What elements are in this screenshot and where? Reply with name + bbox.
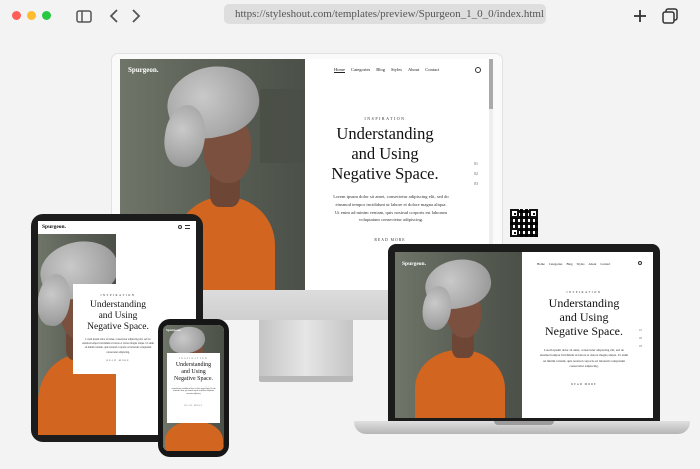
laptop-headline: Understanding and Using Negative Space. xyxy=(545,296,623,338)
laptop-excerpt: Lorem ipsum dolor sit amet, consectetur … xyxy=(539,348,629,369)
phone-screen: Spurgeon. Inspiration Understanding and … xyxy=(163,325,224,451)
laptop-nav: Home Categories Blog Styles About Contac… xyxy=(537,262,611,266)
tab-overview-icon[interactable] xyxy=(660,6,680,26)
laptop-search-icon[interactable] xyxy=(638,261,642,265)
nav-blog[interactable]: Blog xyxy=(376,67,385,73)
site-nav: Home Categories Blog Styles About Contac… xyxy=(334,67,439,73)
hero-headline: Understanding and Using Negative Space. xyxy=(331,124,439,183)
eyebrow-label: Inspiration xyxy=(364,116,406,121)
phone-hero-card: Inspiration Understanding and Using Nega… xyxy=(167,353,220,423)
close-window-button[interactable] xyxy=(12,11,21,20)
tablet-menu-icon[interactable] xyxy=(185,225,190,229)
address-bar[interactable]: https://styleshout.com/templates/preview… xyxy=(224,4,546,24)
laptop-notch xyxy=(494,421,554,425)
zoom-window-button[interactable] xyxy=(42,11,51,20)
phone-logo[interactable]: Spurgeon. xyxy=(166,328,181,332)
laptop-read-more[interactable]: Read More xyxy=(559,383,609,386)
qr-code xyxy=(510,209,538,237)
laptop-slider-dots[interactable]: 01 02 03 xyxy=(639,326,642,350)
laptop-hero-photo xyxy=(395,252,522,418)
forward-icon[interactable] xyxy=(126,6,146,26)
nav-styles[interactable]: Styles xyxy=(391,67,402,73)
read-more-link[interactable]: Read More xyxy=(355,238,425,242)
hero-excerpt: Lorem ipsum dolor sit amet, consectetur … xyxy=(333,194,449,223)
tablet-hero-card: Inspiration Understanding and Using Nega… xyxy=(73,284,163,374)
tablet-logo[interactable]: Spurgeon. xyxy=(42,224,66,230)
laptop-eyebrow: Inspiration xyxy=(566,290,602,294)
slider-dots[interactable]: 01 02 03 xyxy=(474,159,478,189)
sidebar-toggle-icon[interactable] xyxy=(74,6,94,26)
nav-contact[interactable]: Contact xyxy=(425,67,439,73)
imac-stand xyxy=(259,320,353,378)
tablet-search-icon[interactable] xyxy=(178,225,182,229)
site-logo[interactable]: Spurgeon. xyxy=(128,66,159,74)
back-icon[interactable] xyxy=(104,6,124,26)
new-tab-icon[interactable] xyxy=(630,6,650,26)
nav-home[interactable]: Home xyxy=(334,67,345,73)
nav-about[interactable]: About xyxy=(408,67,419,73)
laptop-screen: Spurgeon. Home Categories Blog Styles Ab… xyxy=(395,252,653,418)
imac-stand-base xyxy=(259,376,353,382)
browser-toolbar: https://styleshout.com/templates/preview… xyxy=(0,0,700,32)
search-icon[interactable] xyxy=(475,67,481,73)
laptop-logo[interactable]: Spurgeon. xyxy=(402,261,426,267)
minimize-window-button[interactable] xyxy=(27,11,36,20)
nav-categories[interactable]: Categories xyxy=(351,67,370,73)
